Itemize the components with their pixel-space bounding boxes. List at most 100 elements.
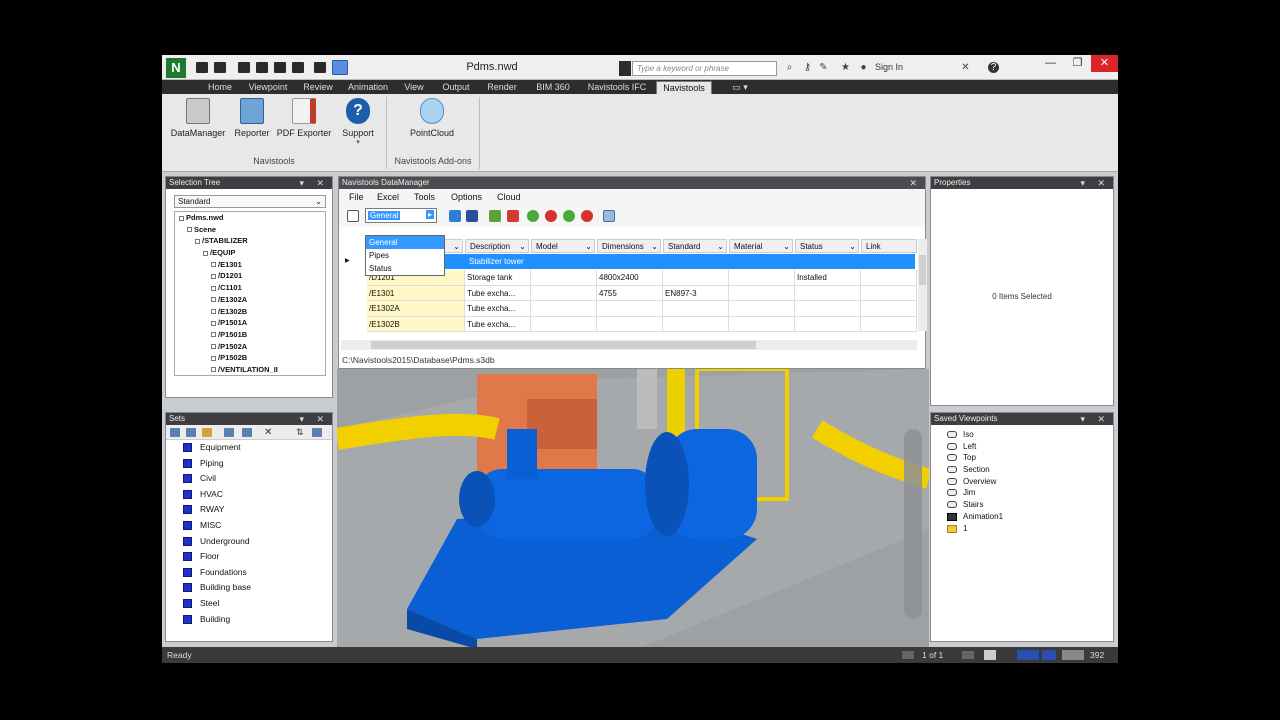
column-header-model[interactable]: Model ⌄	[531, 239, 595, 253]
set-item[interactable]: Foundations	[166, 565, 332, 581]
expand-toggle-icon[interactable]	[211, 320, 216, 326]
column-header-status[interactable]: Status ⌄	[795, 239, 859, 253]
cell-material[interactable]	[729, 270, 795, 286]
tree-node[interactable]: /P1501A	[175, 317, 325, 329]
viewpoint-item[interactable]: Animation1	[931, 511, 1113, 523]
expand-toggle-icon[interactable]	[203, 250, 208, 256]
filter-icon[interactable]: ⌄	[519, 240, 526, 253]
delete-icon[interactable]: ✕	[264, 428, 274, 438]
save-icon[interactable]	[466, 210, 478, 222]
print-icon[interactable]	[256, 62, 268, 73]
comment-icon[interactable]	[242, 428, 252, 437]
exchange-icon[interactable]: ✕	[960, 62, 971, 73]
column-header-description[interactable]: Description ⌄	[465, 239, 529, 253]
ribbon-options-icon[interactable]: ▭ ▾	[728, 81, 752, 94]
tree-node[interactable]: /P1501B	[175, 329, 325, 341]
grid-horizontal-scrollbar[interactable]	[341, 340, 917, 350]
cell-standard[interactable]: EN897-3	[663, 285, 729, 301]
expand-toggle-icon[interactable]	[187, 227, 192, 233]
expand-toggle-icon[interactable]	[211, 297, 216, 303]
tree-node[interactable]: Pdms.nwd	[175, 212, 325, 224]
column-header-link[interactable]: Link	[861, 239, 917, 253]
viewpoint-item[interactable]: Section	[931, 464, 1113, 476]
cell-model[interactable]	[531, 301, 597, 317]
cell-description[interactable]: Tube excha...	[465, 285, 531, 301]
star-icon[interactable]: ★	[840, 62, 851, 73]
table-row[interactable]: /E1301 Tube excha... 4755 EN897-3	[339, 285, 917, 301]
cell-dimensions[interactable]	[597, 301, 663, 317]
close-icon[interactable]: ✕	[909, 177, 922, 189]
viewpoint-item[interactable]: Jim	[931, 487, 1113, 499]
tab-bim-360[interactable]: BIM 360	[528, 81, 578, 94]
cell-dimensions[interactable]: 4755	[597, 285, 663, 301]
view-combo-select[interactable]: General ▸	[365, 208, 437, 223]
green-status-icon[interactable]	[527, 210, 539, 222]
filter-icon[interactable]: ⌄	[783, 240, 790, 253]
menu-file[interactable]: File	[349, 192, 364, 202]
tab-navistools[interactable]: Navistools	[656, 81, 712, 94]
panel-controls-icon[interactable]: ▾ ✕	[1080, 177, 1110, 189]
set-item[interactable]: MISC	[166, 518, 332, 534]
tree-node[interactable]: /D1201	[175, 270, 325, 282]
viewpoint-item[interactable]: Overview	[931, 476, 1113, 488]
tree-node[interactable]: /E1301	[175, 259, 325, 271]
cell-material[interactable]	[729, 301, 795, 317]
tree-node[interactable]: /E1302B	[175, 306, 325, 318]
combo-option-pipes[interactable]: Pipes	[366, 249, 444, 262]
save-icon[interactable]	[238, 62, 250, 73]
combo-option-status[interactable]: Status	[366, 262, 444, 275]
set-item[interactable]: HVAC	[166, 487, 332, 503]
cell-status[interactable]	[795, 285, 861, 301]
sheet-icon[interactable]	[984, 650, 996, 660]
tree-node[interactable]: /P1502A	[175, 341, 325, 353]
selection-tree[interactable]: Pdms.nwd Scene/STABILIZER/EQUIP/E1301/D12…	[174, 211, 326, 376]
viewpoint-item[interactable]: Top	[931, 452, 1113, 464]
comment-icon[interactable]	[603, 210, 615, 222]
search-icon[interactable]	[619, 61, 631, 76]
save-selection-icon[interactable]	[170, 428, 180, 437]
menu-cloud[interactable]: Cloud	[497, 192, 521, 202]
column-header-material[interactable]: Material ⌄	[729, 239, 793, 253]
close-button[interactable]: ✕	[1091, 55, 1118, 72]
remove-row-icon[interactable]	[507, 210, 519, 222]
column-header-standard[interactable]: Standard ⌄	[663, 239, 727, 253]
green-status-icon[interactable]	[563, 210, 575, 222]
cell-link[interactable]	[861, 301, 917, 317]
red-status-icon[interactable]	[581, 210, 593, 222]
panel-controls-icon[interactable]: ▾ ✕	[299, 413, 329, 425]
cell-model[interactable]	[531, 270, 597, 286]
help-icon[interactable]: ?	[988, 62, 999, 73]
set-item[interactable]: Civil	[166, 471, 332, 487]
column-header-dimensions[interactable]: Dimensions ⌄	[597, 239, 661, 253]
table-row[interactable]: /E1302A Tube excha...	[339, 301, 917, 317]
viewpoint-item[interactable]: Left	[931, 441, 1113, 453]
tree-node[interactable]: /EQUIP	[175, 247, 325, 259]
expand-toggle-icon[interactable]	[179, 215, 184, 221]
expand-toggle-icon[interactable]	[211, 332, 216, 338]
scrollbar-thumb[interactable]	[371, 341, 756, 349]
set-item[interactable]: Building	[166, 612, 332, 628]
expand-toggle-icon[interactable]	[211, 273, 216, 279]
expand-toggle-icon[interactable]	[211, 285, 216, 291]
refresh-icon[interactable]	[314, 62, 326, 73]
cell-description[interactable]: Storage tank	[465, 270, 531, 286]
cell-link[interactable]	[861, 270, 917, 286]
cell-link[interactable]	[861, 316, 917, 332]
grid-vertical-scrollbar[interactable]	[918, 239, 927, 331]
tab-review[interactable]: Review	[298, 81, 338, 94]
cell-model[interactable]	[531, 285, 597, 301]
undo-icon[interactable]	[274, 62, 286, 73]
next-page-icon[interactable]	[962, 651, 974, 659]
import-export-icon[interactable]	[312, 428, 322, 437]
menu-excel[interactable]: Excel	[377, 192, 399, 202]
filter-icon[interactable]: ⌄	[453, 240, 460, 253]
save-search-icon[interactable]	[186, 428, 196, 437]
3d-viewport[interactable]	[337, 369, 929, 649]
tree-node[interactable]: /VENTILATION_II	[175, 364, 325, 375]
reporter-button[interactable]: Reporter	[230, 98, 274, 138]
set-item[interactable]: Piping	[166, 456, 332, 472]
3d-scene[interactable]	[337, 369, 929, 649]
tool-icon[interactable]: ✎	[818, 62, 829, 73]
support-button[interactable]: ? Support ▾	[336, 98, 380, 146]
table-row[interactable]: /E1302B Tube excha...	[339, 316, 917, 332]
